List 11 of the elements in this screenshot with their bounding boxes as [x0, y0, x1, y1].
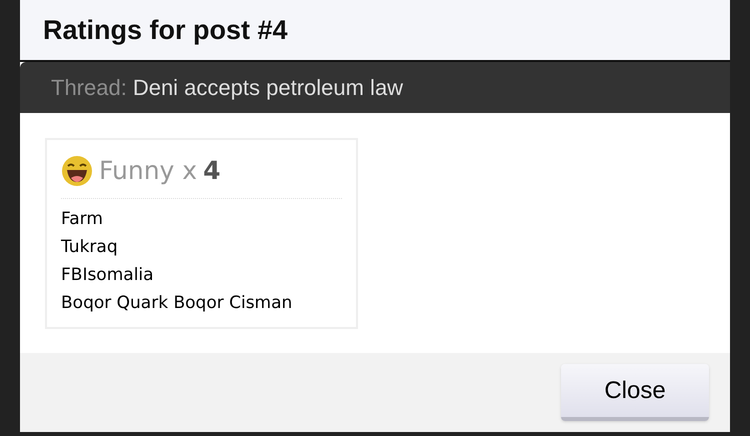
dialog-title: Ratings for post #4	[43, 14, 288, 47]
rating-count: 4	[203, 155, 220, 187]
user-name[interactable]: Boqor Quark Boqor Cisman	[61, 288, 342, 316]
thread-label: Thread:	[51, 74, 127, 102]
user-name[interactable]: FBIsomalia	[61, 260, 342, 288]
user-name[interactable]: Tukraq	[61, 232, 342, 260]
close-button[interactable]: Close	[561, 364, 709, 421]
laughing-face-icon	[61, 154, 93, 187]
thread-title: Deni accepts petroleum law	[132, 74, 404, 102]
rating-name: Funny x	[99, 155, 198, 187]
user-name[interactable]: Farm	[61, 204, 342, 232]
